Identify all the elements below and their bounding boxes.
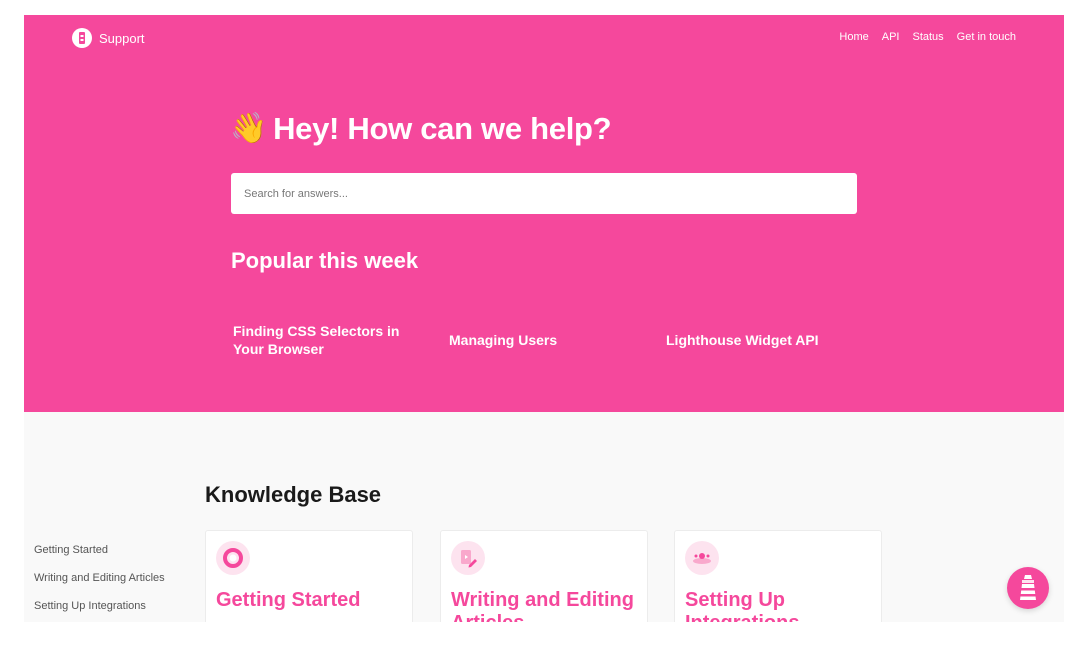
card-title: Setting Up Integrations [685, 589, 799, 622]
lifebuoy-icon [216, 541, 250, 575]
category-card-integrations[interactable]: Setting Up Integrations [674, 530, 882, 622]
sidebar-item-writing-editing[interactable]: Writing and Editing Articles [34, 571, 165, 599]
sidebar-item-integrations[interactable]: Setting Up Integrations [34, 599, 165, 622]
lighthouse-logo-icon [72, 28, 92, 48]
nav-contact-link[interactable]: Get in touch [957, 31, 1016, 43]
hero-section: Support Home API Status Get in touch 👋 H… [24, 15, 1064, 412]
top-nav: Home API Status Get in touch [839, 31, 1016, 43]
lighthouse-icon [1020, 575, 1036, 600]
chat-launcher-button[interactable] [1007, 567, 1049, 609]
page-frame: Support Home API Status Get in touch 👋 H… [24, 15, 1064, 622]
sidebar-item-getting-started[interactable]: Getting Started [34, 543, 165, 571]
brand-link[interactable]: Support [72, 28, 145, 48]
card-title: Writing and Editing Articles [451, 589, 634, 622]
integrations-icon [685, 541, 719, 575]
category-card-writing-editing[interactable]: Writing and Editing Articles [440, 530, 648, 622]
nav-home-link[interactable]: Home [839, 31, 868, 43]
nav-api-link[interactable]: API [882, 31, 900, 43]
hero-heading: 👋 Hey! How can we help? [230, 111, 612, 147]
popular-link-css-selectors[interactable]: Finding CSS Selectors in Your Browser [233, 322, 418, 358]
waving-hand-icon: 👋 [230, 112, 268, 145]
popular-heading: Popular this week [231, 248, 419, 273]
category-sidebar: Getting Started Writing and Editing Arti… [34, 543, 165, 622]
search-input[interactable] [231, 173, 857, 214]
popular-link-managing-users[interactable]: Managing Users [449, 331, 557, 349]
card-title: Getting Started [216, 589, 361, 611]
hero-title-text: Hey! How can we help? [273, 111, 612, 146]
knowledge-base-heading: Knowledge Base [205, 482, 382, 507]
popular-link-widget-api[interactable]: Lighthouse Widget API [666, 331, 819, 349]
edit-document-icon [451, 541, 485, 575]
brand-name: Support [99, 30, 145, 46]
category-card-getting-started[interactable]: Getting Started [205, 530, 413, 622]
nav-status-link[interactable]: Status [912, 31, 943, 43]
